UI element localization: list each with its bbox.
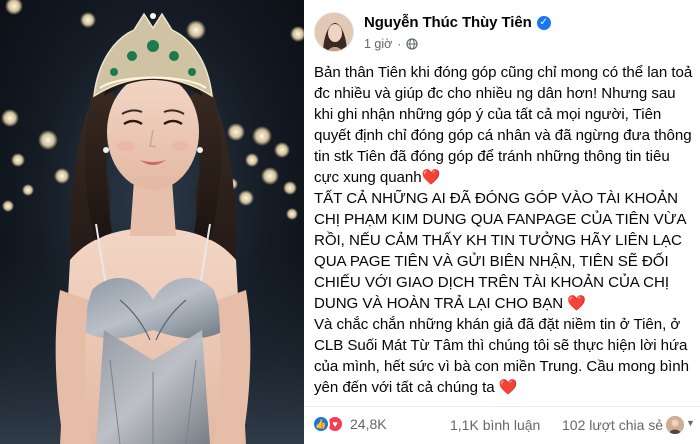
author-name[interactable]: Nguyễn Thúc Thùy Tiên [364, 14, 532, 31]
globe-icon[interactable] [406, 38, 418, 50]
post-body: Bản thân Tiên khi đóng góp cũng chỉ mong… [314, 62, 694, 398]
post-paragraph-1: Bản thân Tiên khi đóng góp cũng chỉ mong… [314, 64, 697, 186]
facebook-post: Nguyễn Thúc Thùy Tiên ✓ 1 giờ · Bản thân… [304, 0, 700, 444]
chevron-down-icon[interactable]: ▼ [686, 418, 695, 428]
viewer-avatar[interactable] [666, 416, 684, 434]
viewer-avatar-icon [666, 416, 684, 434]
comments-count[interactable]: 1,1K bình luận [450, 417, 540, 433]
avatar-icon [315, 13, 353, 51]
post-footer: 👍 ♥ 24,8K 1,1K bình luận 102 lượt chia s… [304, 406, 700, 444]
like-reaction-icon: 👍 [312, 415, 330, 433]
post-photo[interactable] [0, 0, 304, 444]
heart-icon: ❤️ [498, 379, 518, 396]
author-avatar[interactable] [314, 12, 354, 52]
woman-with-crown-illustration [0, 0, 304, 444]
heart-icon: ❤️ [421, 169, 441, 186]
meta-separator: · [397, 37, 402, 51]
shares-count[interactable]: 102 lượt chia sẻ [562, 417, 663, 433]
post-meta: 1 giờ · [364, 37, 418, 51]
heart-icon: ❤️ [567, 295, 586, 312]
reactions-summary[interactable]: 👍 ♥ 24,8K [312, 415, 387, 433]
verified-badge-icon: ✓ [536, 15, 551, 30]
reactions-count: 24,8K [350, 416, 387, 432]
post-time[interactable]: 1 giờ [364, 37, 392, 51]
post-paragraph-2: TẤT CẢ NHỮNG AI ĐÃ ĐÓNG GÓP VÀO TÀI KHOẢ… [314, 190, 690, 312]
author-row: Nguyễn Thúc Thùy Tiên ✓ [364, 14, 551, 31]
